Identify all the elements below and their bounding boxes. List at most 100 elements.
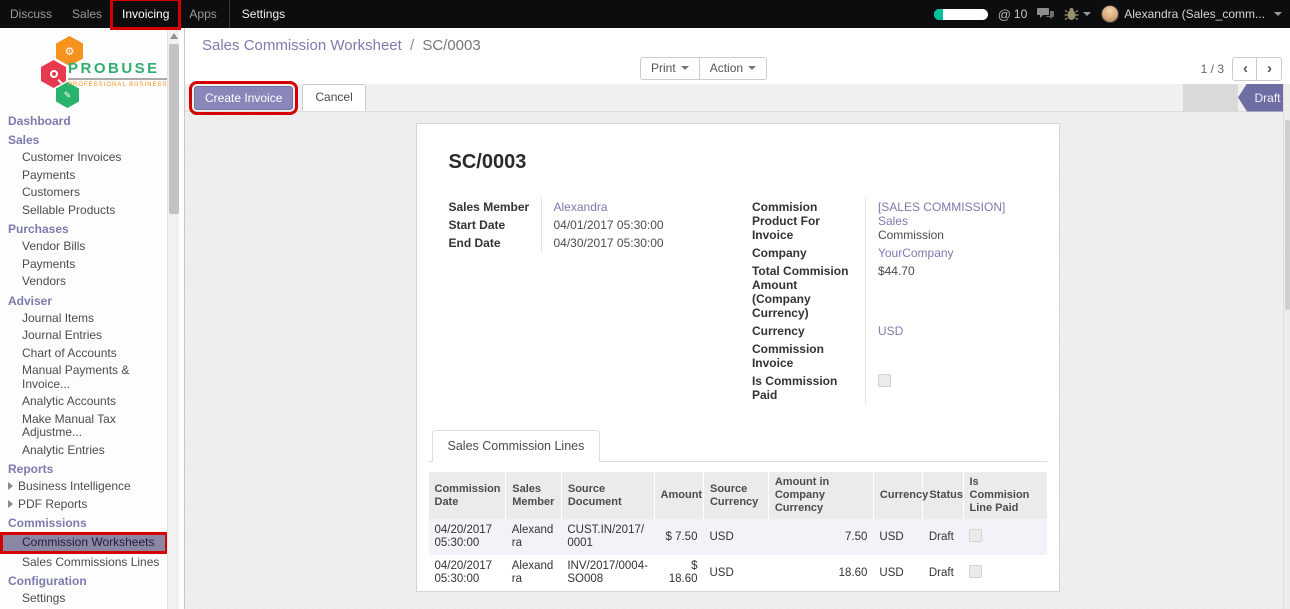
col-header-currency[interactable]: Currency [873,472,922,519]
sidebar-scroll-thumb[interactable] [169,44,179,214]
line-paid-checkbox [969,529,982,542]
pager-prev-button[interactable]: ‹ [1232,57,1257,81]
sidebar-header-reports[interactable]: Reports [0,459,184,478]
user-avatar [1101,5,1119,23]
sidebar-header-configuration[interactable]: Configuration [0,571,184,590]
cell-doc: SO008 [561,591,654,592]
sidebar-item-sellable-products[interactable]: Sellable Products [0,202,184,220]
sidebar-item-business-intelligence[interactable]: Business Intelligence [0,478,184,496]
sidebar-item-analytic-entries[interactable]: Analytic Entries [0,442,184,460]
cell-date: 04/20/2017 05:30:00 [429,555,506,591]
col-header-amount[interactable]: Amount [654,472,703,519]
breadcrumb-separator: / [410,37,414,54]
sidebar-item-pdf-reports[interactable]: PDF Reports [0,496,184,514]
chat-icon[interactable] [1037,7,1054,21]
sidebar-item-customers[interactable]: Customers [0,184,184,202]
value-currency[interactable]: USD [878,324,903,338]
notebook-tabs: Sales Commission Lines [429,430,1047,462]
sidebar-item-vendor-bills[interactable]: Vendor Bills [0,238,184,256]
tab-sales-commission-lines[interactable]: Sales Commission Lines [432,430,601,462]
nav-settings[interactable]: Settings [232,0,295,28]
probuse-logo: ⚙ ✎ PROBUSE PROFESSIONAL BUSINESS [0,34,184,112]
nav-sales[interactable]: Sales [62,0,112,28]
table-row[interactable]: 04/20/2017 10:35:53 Alexandra SO008 $ 18… [429,591,1047,592]
app-window: Discuss Sales Invoicing Apps Settings @ … [0,0,1290,609]
label-end-date: End Date [449,234,541,252]
sidebar-item-journal-entries[interactable]: Journal Entries [0,327,184,345]
sidebar-item-tax-adjustments[interactable]: Make Manual Tax Adjustme... [0,411,184,442]
sidebar-item-manual-payments[interactable]: Manual Payments & Invoice... [0,362,184,393]
pager-count: 1 / 3 [1201,62,1224,76]
cell-source-currency: USD [703,591,768,592]
is-commission-paid-checkbox [878,374,891,387]
nav-apps[interactable]: Apps [179,0,226,28]
form-sheet: SC/0003 Sales Member Alexandra Start Dat… [416,123,1060,592]
sidebar-item-sales-commissions-lines[interactable]: Sales Commissions Lines [0,554,184,572]
table-header-row: Commission Date Sales Member Source Docu… [429,472,1047,519]
col-header-status[interactable]: Status [923,472,963,519]
pager-next-button[interactable]: › [1257,57,1282,81]
field-group-right: Commision Product For Invoice [SALES COM… [752,198,1027,404]
sidebar-item-journal-items[interactable]: Journal Items [0,310,184,328]
print-button[interactable]: Print [640,57,700,80]
sidebar-header-adviser[interactable]: Adviser [0,291,184,310]
sidebar-item-chart-of-accounts[interactable]: Chart of Accounts [0,345,184,363]
breadcrumb: Sales Commission Worksheet / SC/0003 [202,37,481,54]
col-header-commission-date[interactable]: Commission Date [429,472,506,519]
table-row[interactable]: 04/20/2017 05:30:00 Alexandra CUST.IN/20… [429,519,1047,555]
col-header-source-currency[interactable]: Source Currency [703,472,768,519]
user-menu[interactable]: Alexandra (Sales_comm... [1101,5,1282,23]
scroll-up-icon[interactable] [170,33,178,39]
sidebar-item-dashboard[interactable]: Dashboard [0,114,184,130]
value-commission-product-link[interactable]: [SALES COMMISSION] Sales [878,200,1005,228]
nav-discuss[interactable]: Discuss [0,0,62,28]
sidebar-scrollbar[interactable] [167,28,179,609]
record-title: SC/0003 [449,151,1027,174]
cell-amount: $ 7.50 [654,519,703,555]
sidebar-header-commissions[interactable]: Commissions [0,513,184,532]
cell-member: Alexandra [506,555,562,591]
col-header-is-paid[interactable]: Is Commision Line Paid [963,472,1047,519]
cell-amount: $ 18.60 [654,555,703,591]
sidebar-header-purchases[interactable]: Purchases [0,219,184,238]
create-invoice-button[interactable]: Create Invoice [194,86,293,110]
user-name: Alexandra (Sales_comm... [1124,7,1265,21]
sidebar-item-customer-invoices[interactable]: Customer Invoices [0,149,184,167]
col-header-source-document[interactable]: Source Document [561,472,654,519]
sidebar-item-analytic-accounts[interactable]: Analytic Accounts [0,393,184,411]
sidebar-item-vendors[interactable]: Vendors [0,273,184,291]
label-start-date: Start Date [449,216,541,234]
label-total-commission-amount: Total Commision Amount (Company Currency… [752,262,865,322]
value-commission-product-rest: Commission [878,228,944,242]
print-caret-icon [681,66,689,70]
value-sales-member[interactable]: Alexandra [554,200,608,214]
sidebar-item-payments-purchases[interactable]: Payments [0,256,184,274]
sidebar-item-settings[interactable]: Settings [0,590,184,608]
cell-amount: $ 18.60 [654,591,703,592]
sidebar-header-sales[interactable]: Sales [0,130,184,149]
table-row[interactable]: 04/20/2017 05:30:00 Alexandra INV/2017/0… [429,555,1047,591]
main-scroll-thumb[interactable] [1285,120,1290,310]
planner-progressbar[interactable] [934,9,988,20]
mentions-counter[interactable]: @ 10 [998,7,1028,22]
sidebar-item-commission-worksheets[interactable]: Commission Worksheets [0,532,168,554]
field-group-left: Sales Member Alexandra Start Date 04/01/… [449,198,724,404]
breadcrumb-parent-link[interactable]: Sales Commission Worksheet [202,37,402,54]
cell-doc: CUST.IN/2017/0001 [561,519,654,555]
debug-bug-icon[interactable] [1064,7,1091,21]
nav-invoicing[interactable]: Invoicing [112,0,179,28]
col-header-amount-company[interactable]: Amount in Company Currency [768,472,873,519]
print-label: Print [651,61,676,75]
main-scrollbar[interactable] [1283,84,1290,609]
user-caret-icon [1274,12,1282,16]
mention-count: 10 [1014,7,1027,21]
cell-source-currency: USD [703,555,768,591]
value-end-date: 04/30/2017 05:30:00 [541,234,724,252]
label-company: Company [752,244,865,262]
action-button[interactable]: Action [700,57,767,80]
cancel-button[interactable]: Cancel [302,84,365,111]
label-commission-invoice: Commission Invoice [752,340,865,372]
col-header-sales-member[interactable]: Sales Member [506,472,562,519]
sidebar-item-payments-sales[interactable]: Payments [0,167,184,185]
value-company[interactable]: YourCompany [878,246,954,260]
